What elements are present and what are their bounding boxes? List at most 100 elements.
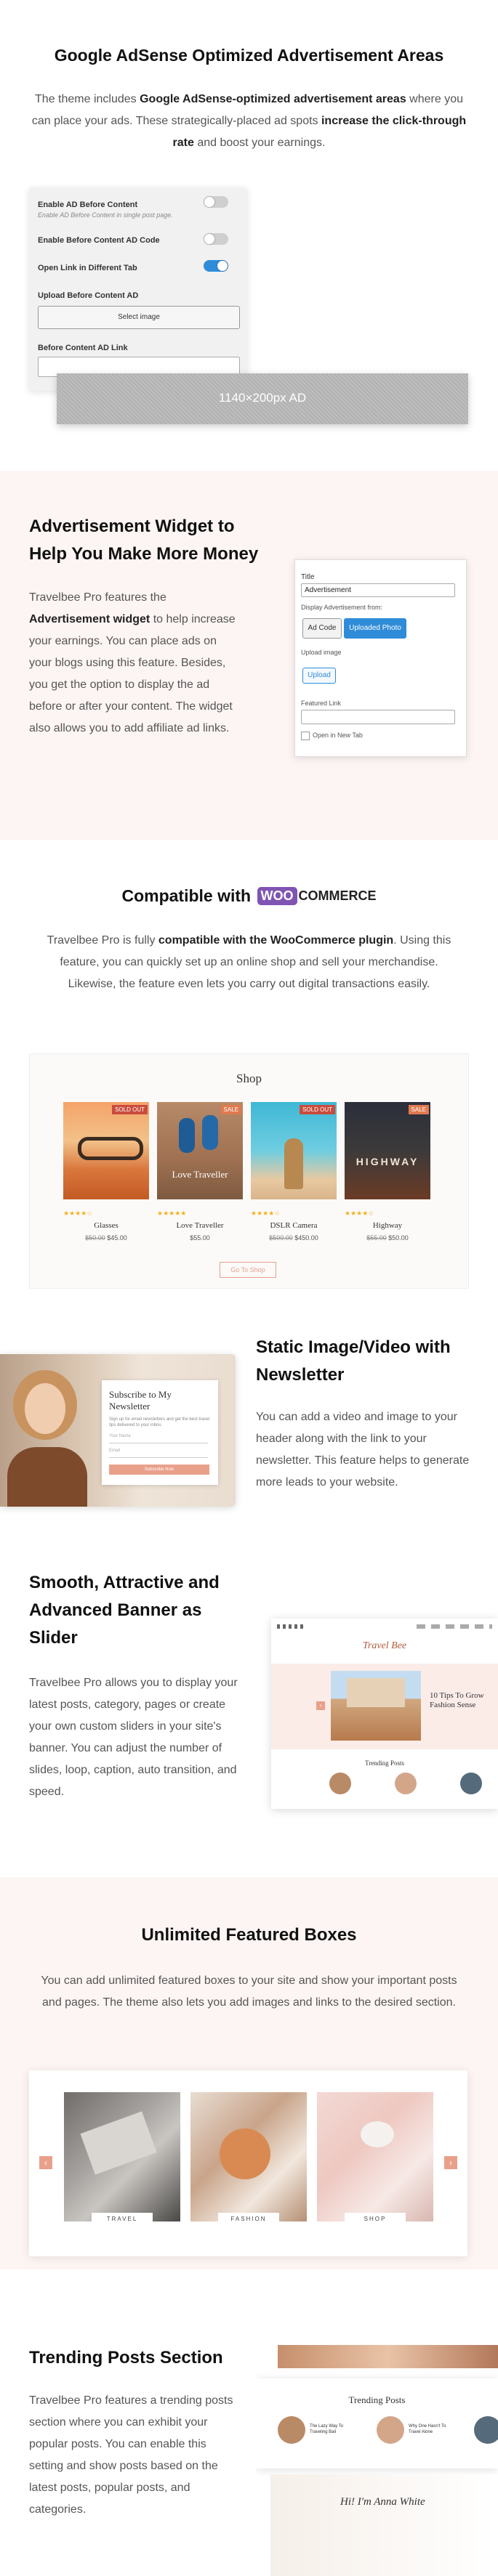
mock-trending-post-title: The Lazy Way To Traveling Bali [310,2424,344,2434]
adsense-settings-panel: Enable AD Before Content Enable AD Befor… [29,187,247,391]
upload-button[interactable]: Upload [302,668,336,684]
newsletter-card: Subscribe to My Newsletter Sign up for e… [102,1380,218,1485]
widget-desc-bold: Advertisement widget [29,613,150,625]
upload-ad-label: Upload Before Content AD [38,291,139,300]
newsletter-description: You can add a video and image to your he… [256,1411,470,1489]
sandal-left-shape [179,1118,195,1153]
woo-title-row: Compatible with WOO COMMERCE [0,886,498,911]
mock-slide-image [331,1671,421,1741]
select-image-button[interactable]: Select image [38,306,240,329]
woman-sweater-shape [7,1447,87,1507]
product-rating: ★★★★☆ [345,1210,374,1217]
featured-title: Unlimited Featured Boxes [141,1925,357,1945]
featured-boxes-mockup: ‹ › TRAVEL FASHION SHOP [29,2070,467,2256]
product-name[interactable]: Love Traveller [157,1221,243,1230]
open-new-tab-checkbox[interactable] [301,732,310,740]
enable-before-code-label: Enable Before Content AD Code [38,236,160,245]
product-price: $50.00 [388,1234,409,1242]
mock-trending-thumb [474,2416,498,2444]
mock-hi-text: Hi! I'm Anna White [340,2496,425,2508]
woo-title-prefix: Compatible with [121,886,252,905]
go-to-shop-button[interactable]: Go To Shop [220,1262,276,1278]
product-image-love-traveller[interactable]: Love Traveller SALE [157,1102,243,1199]
mock-trending-thumb [278,2416,305,2444]
newsletter-subscribe-button[interactable]: Subscribe Now [109,1465,209,1475]
featured-link-input[interactable] [301,710,455,724]
pizza-shape [220,2129,270,2179]
featured-link-label: Featured Link [301,700,342,707]
featured-description: You can add unlimited featured boxes to … [41,1974,457,2009]
slider-description: Travelbee Pro allows you to display your… [29,1677,238,1798]
mock-trending-thumb [377,2416,404,2444]
woocommerce-logo: WOO COMMERCE [257,887,377,905]
mock-slide-title: 10 Tips To Grow Fashion Sense [430,1691,484,1709]
product-badge: SOLD OUT [300,1105,335,1114]
open-link-toggle[interactable] [204,260,228,272]
newsletter-mockup: Subscribe to My Newsletter Sign up for e… [0,1354,236,1507]
mock-trending-post-title: Why One Hasn't To Travel Alone [409,2424,446,2434]
product-old-price: $50.00 [85,1234,105,1242]
widget-desc-text-2: to help increase your earnings. You can … [29,613,236,734]
newsletter-card-text: Sign up for email newsletters and get th… [109,1417,210,1427]
ad-widget-form: Title Advertisement Display Advertisemen… [294,559,467,757]
featured-box-image[interactable] [317,2092,433,2221]
love-traveller-image-text: Love Traveller [172,1169,228,1180]
enable-before-toggle[interactable] [204,196,228,208]
cup-shape [361,2121,394,2147]
product-image-glasses[interactable]: SOLD OUT [63,1102,149,1199]
product-rating: ★★★★☆ [251,1210,281,1217]
woo-logo-woo: WOO [257,887,297,905]
uploaded-photo-button[interactable]: Uploaded Photo [344,618,406,639]
widget-title-label: Title [301,573,315,581]
mock-social-icons [277,1624,306,1629]
mock-site-logo: Travel Bee [362,1640,407,1651]
mock-top-banner [278,2345,498,2368]
widget-title-input[interactable]: Advertisement [301,583,455,597]
mock-trending-card: Trending Posts The Lazy Way To Traveling… [256,2378,498,2468]
product-name[interactable]: DSLR Camera [251,1221,337,1230]
mock-about-section: Hi! I'm Anna White [270,2474,498,2576]
product-badge: SALE [220,1105,241,1114]
mock-slider-banner: 10 Tips To Grow Fashion Sense ‹ [271,1664,498,1749]
shop-mockup: Shop SOLD OUT ★★★★☆ Glasses $50.00 $45.0… [29,1053,469,1289]
featured-box-image[interactable] [64,2092,180,2221]
enable-before-label: Enable AD Before Content [38,201,138,209]
product-old-price: $55.00 [366,1234,387,1242]
ad-code-button[interactable]: Ad Code [302,618,342,639]
mock-slider-prev-icon[interactable]: ‹ [316,1701,325,1710]
newsletter-name-input[interactable]: Your Name [109,1434,208,1443]
highway-image-text: HIGHWAY [356,1156,419,1167]
adsense-desc-bold-1: Google AdSense-optimized advertisement a… [140,93,406,105]
open-new-tab-label: Open in New Tab [313,732,363,739]
featured-box-label[interactable]: TRAVEL [92,2213,153,2226]
laptop-shape [80,2111,157,2175]
product-image-dslr-camera[interactable]: SOLD OUT [251,1102,337,1199]
adsense-desc-text-1: The theme includes [35,93,140,105]
mock-trending-heading: Trending Posts [348,2394,406,2405]
slider-mockup: Travel Bee 10 Tips To Grow Fashion Sense… [271,1619,498,1809]
newsletter-email-input[interactable]: Email [109,1449,208,1458]
product-name[interactable]: Highway [345,1221,430,1230]
open-link-label: Open Link in Different Tab [38,264,137,272]
mock-building-shape [347,1678,405,1707]
newsletter-title: Static Image/Video with Newsletter [256,1337,451,1385]
product-rating: ★★★★☆ [63,1210,93,1217]
mock-top-menu [417,1624,492,1629]
mock-trending-thumb [395,1773,417,1794]
featured-box-image[interactable] [190,2092,307,2221]
featured-box-label[interactable]: FASHION [218,2213,279,2226]
product-name[interactable]: Glasses [63,1221,149,1230]
featured-prev-arrow-icon[interactable]: ‹ [39,2156,52,2169]
widget-title: Advertisement Widget to Help You Make Mo… [29,517,259,564]
shop-title: Shop [236,1072,262,1085]
product-badge: SALE [408,1105,429,1114]
enable-before-hint: Enable AD Before Content in single post … [38,211,173,219]
woo-logo-commerce: COMMERCE [298,888,377,903]
woo-description: Travelbee Pro is fully compatible with t… [44,930,454,995]
display-from-label: Display Advertisement from: [301,604,383,611]
enable-before-code-toggle[interactable] [204,233,228,245]
product-image-highway[interactable]: HIGHWAY SALE [345,1102,430,1199]
upload-image-label: Upload image [301,649,342,656]
featured-box-label[interactable]: SHOP [345,2213,406,2226]
featured-next-arrow-icon[interactable]: › [444,2156,457,2169]
